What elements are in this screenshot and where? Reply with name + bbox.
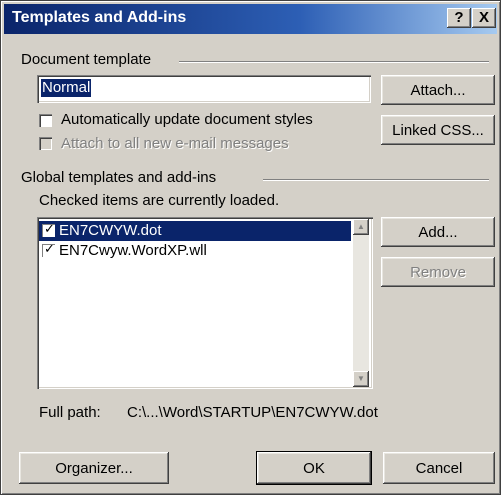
full-path-label: Full path: xyxy=(39,404,101,421)
dialog-title: Templates and Add-ins xyxy=(12,9,187,26)
cancel-button[interactable]: Cancel xyxy=(383,452,495,484)
ok-button[interactable]: OK xyxy=(256,451,372,485)
group-divider xyxy=(263,179,489,181)
organizer-button-label: Organizer... xyxy=(55,459,133,477)
template-name-field[interactable]: Normal xyxy=(37,75,371,103)
organizer-button[interactable]: Organizer... xyxy=(19,452,169,484)
item-checkbox[interactable]: ✓ xyxy=(42,221,55,237)
add-button-label: Add... xyxy=(418,223,458,241)
remove-button-label: Remove xyxy=(410,263,466,281)
list-item-label: EN7CWYW.dot xyxy=(59,222,162,239)
attach-email-label: Attach to all new e-mail messages xyxy=(61,135,289,152)
remove-button[interactable]: Remove xyxy=(381,257,495,287)
global-templates-group-label: Global templates and add-ins xyxy=(21,169,217,186)
full-path-value: C:\...\Word\STARTUP\EN7CWYW.dot xyxy=(127,404,378,421)
help-button[interactable]: ? xyxy=(447,8,471,28)
loaded-hint: Checked items are currently loaded. xyxy=(39,192,280,209)
attach-email-checkbox[interactable] xyxy=(39,137,52,150)
attach-button[interactable]: Attach... xyxy=(381,75,495,105)
group-divider xyxy=(179,61,489,63)
check-icon: ✓ xyxy=(44,221,55,236)
list-item-label: EN7Cwyw.WordXP.wll xyxy=(59,242,207,259)
check-icon: ✓ xyxy=(44,241,55,256)
document-template-group-label: Document template xyxy=(21,51,152,68)
templates-addins-dialog: Templates and Add-ins ? X Document templ… xyxy=(0,0,501,495)
template-name-value: Normal xyxy=(41,79,92,97)
linked-css-button[interactable]: Linked CSS... xyxy=(381,115,495,145)
list-item[interactable]: ✓ EN7CWYW.dot xyxy=(39,221,351,241)
auto-update-label: Automatically update document styles xyxy=(61,111,313,128)
list-scrollbar[interactable]: ▲ ▼ xyxy=(353,219,369,387)
cancel-button-label: Cancel xyxy=(415,459,463,477)
scroll-up-icon[interactable]: ▲ xyxy=(353,219,369,235)
add-button[interactable]: Add... xyxy=(381,217,495,247)
attach-button-label: Attach... xyxy=(410,81,466,99)
linked-css-button-label: Linked CSS... xyxy=(392,121,484,139)
close-button[interactable]: X xyxy=(472,8,496,28)
list-item[interactable]: ✓ EN7Cwyw.WordXP.wll xyxy=(39,241,351,261)
auto-update-checkbox[interactable] xyxy=(39,114,52,127)
global-templates-list[interactable]: ✓ EN7CWYW.dot ✓ EN7Cwyw.WordXP.wll ▲ ▼ xyxy=(37,217,373,389)
title-bar[interactable]: Templates and Add-ins ? X xyxy=(4,4,497,34)
item-checkbox[interactable]: ✓ xyxy=(42,241,55,257)
scroll-down-icon[interactable]: ▼ xyxy=(353,371,369,387)
ok-button-label: OK xyxy=(303,459,325,477)
